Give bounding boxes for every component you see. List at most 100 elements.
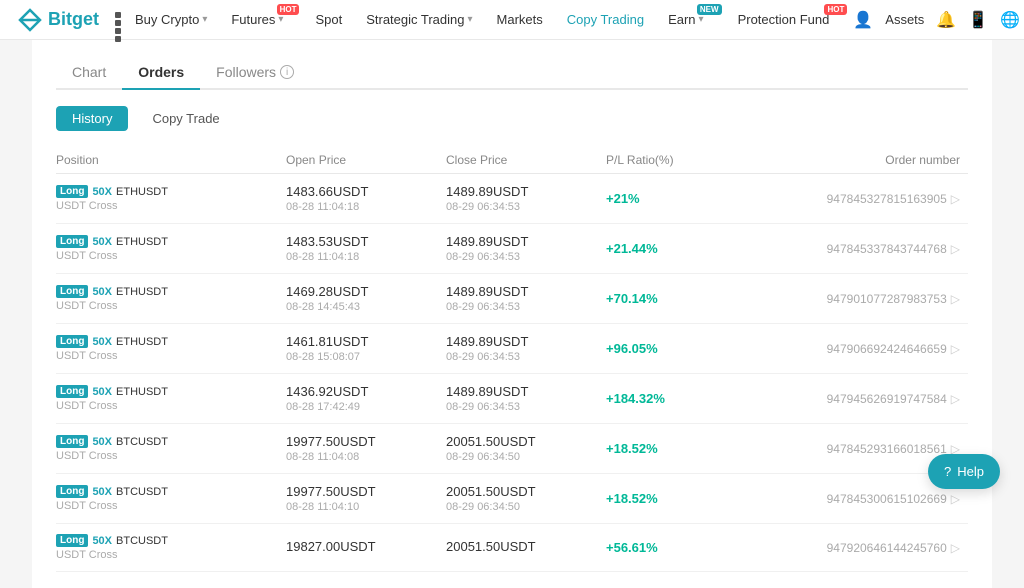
order-number: 947845300615102669 xyxy=(827,492,947,506)
logo-icon xyxy=(16,6,44,34)
open-price-value: 19827.00USDT xyxy=(286,539,446,554)
copy-icon[interactable]: ▷ xyxy=(951,342,960,356)
order-number: 947845293166018561 xyxy=(827,442,947,456)
leverage-badge: 50X xyxy=(92,436,112,448)
phone-icon[interactable]: 📱 xyxy=(968,10,988,30)
open-price-cell: 1461.81USDT 08-28 15:08:07 xyxy=(286,334,446,363)
nav-strategic-trading[interactable]: Strategic Trading ▾ xyxy=(356,0,482,40)
tab-chart[interactable]: Chart xyxy=(56,56,122,88)
earn-badge: NEW xyxy=(697,4,722,15)
pl-value: +96.05% xyxy=(606,341,658,356)
order-number: 947906692424646659 xyxy=(827,342,947,356)
open-price-date: 08-28 14:45:43 xyxy=(286,301,446,313)
pair-label: ETHUSDT xyxy=(116,286,168,298)
pair-label: ETHUSDT xyxy=(116,236,168,248)
globe-icon[interactable]: 🌐 xyxy=(1000,10,1020,30)
nav-copy-trading[interactable]: Copy Trading xyxy=(557,0,654,40)
open-price-date: 08-28 11:04:18 xyxy=(286,201,446,213)
close-price-cell: 20051.50USDT 08-29 06:34:50 xyxy=(446,434,606,463)
direction-badge: Long xyxy=(56,335,88,348)
user-icon[interactable]: 👤 xyxy=(853,10,873,30)
close-price-cell: 1489.89USDT 08-29 06:34:53 xyxy=(446,284,606,313)
leverage-badge: 50X xyxy=(92,386,112,398)
grid-icon[interactable] xyxy=(115,12,121,28)
table-row: Long 50X ETHUSDT USDT Cross 1461.81USDT … xyxy=(56,324,968,374)
close-price-cell: 1489.89USDT 08-29 06:34:53 xyxy=(446,184,606,213)
open-price-cell: 19827.00USDT xyxy=(286,539,446,556)
nav-buy-crypto[interactable]: Buy Crypto ▾ xyxy=(125,0,217,40)
tab-followers[interactable]: Followers i xyxy=(200,56,310,88)
nav-protection-fund[interactable]: Protection Fund HOT xyxy=(728,0,850,40)
pair-label: ETHUSDT xyxy=(116,386,168,398)
copy-icon[interactable]: ▷ xyxy=(951,541,960,555)
copy-icon[interactable]: ▷ xyxy=(951,242,960,256)
assets-button[interactable]: Assets xyxy=(885,12,924,27)
close-price-value: 1489.89USDT xyxy=(446,284,606,299)
pl-value: +18.52% xyxy=(606,441,658,456)
pl-value: +18.52% xyxy=(606,491,658,506)
chevron-down-icon: ▾ xyxy=(699,14,704,25)
nav-right: 👤 Assets 🔔 📱 🌐 xyxy=(853,10,1020,30)
position-sub: USDT Cross xyxy=(56,250,286,262)
position-sub: USDT Cross xyxy=(56,450,286,462)
pl-value: +21.44% xyxy=(606,241,658,256)
order-num-cell: 947845337843744768 ▷ xyxy=(736,242,968,256)
direction-badge: Long xyxy=(56,235,88,248)
position-sub: USDT Cross xyxy=(56,350,286,362)
close-price-value: 20051.50USDT xyxy=(446,539,606,554)
protection-badge: HOT xyxy=(824,4,847,15)
pl-cell: +18.52% xyxy=(606,441,736,456)
chevron-down-icon: ▾ xyxy=(202,14,207,25)
notification-icon[interactable]: 🔔 xyxy=(936,10,956,30)
leverage-badge: 50X xyxy=(92,486,112,498)
direction-badge: Long xyxy=(56,385,88,398)
open-price-value: 19977.50USDT xyxy=(286,484,446,499)
sub-tab-history[interactable]: History xyxy=(56,106,128,131)
chevron-down-icon: ▾ xyxy=(467,14,472,25)
main-content: Chart Orders Followers i History Copy Tr… xyxy=(32,40,992,588)
pl-cell: +21% xyxy=(606,191,736,206)
help-button[interactable]: ? Help xyxy=(928,454,1000,489)
copy-icon[interactable]: ▷ xyxy=(951,392,960,406)
sub-tab-copy-trade[interactable]: Copy Trade xyxy=(136,106,235,131)
col-close-price: Close Price xyxy=(446,153,606,167)
tab-orders[interactable]: Orders xyxy=(122,56,200,88)
leverage-badge: 50X xyxy=(92,236,112,248)
close-price-value: 1489.89USDT xyxy=(446,334,606,349)
position-cell: Long 50X BTCUSDT USDT Cross xyxy=(56,534,286,561)
order-num-cell: 947845293166018561 ▷ xyxy=(736,442,968,456)
open-price-value: 1483.66USDT xyxy=(286,184,446,199)
close-price-date: 08-29 06:34:53 xyxy=(446,251,606,263)
nav-futures[interactable]: Futures HOT ▾ xyxy=(221,0,301,40)
position-cell: Long 50X ETHUSDT USDT Cross xyxy=(56,385,286,412)
close-price-cell: 1489.89USDT 08-29 06:34:53 xyxy=(446,234,606,263)
leverage-badge: 50X xyxy=(92,535,112,547)
nav-spot[interactable]: Spot xyxy=(305,0,352,40)
position-cell: Long 50X ETHUSDT USDT Cross xyxy=(56,235,286,262)
pl-value: +70.14% xyxy=(606,291,658,306)
nav-earn[interactable]: Earn NEW ▾ xyxy=(658,0,724,40)
direction-badge: Long xyxy=(56,534,88,547)
position-cell: Long 50X ETHUSDT USDT Cross xyxy=(56,335,286,362)
close-price-value: 1489.89USDT xyxy=(446,184,606,199)
open-price-date: 08-28 11:04:10 xyxy=(286,501,446,513)
order-number: 947845327815163905 xyxy=(827,192,947,206)
close-price-value: 20051.50USDT xyxy=(446,434,606,449)
copy-icon[interactable]: ▷ xyxy=(951,192,960,206)
table-row: Long 50X ETHUSDT USDT Cross 1483.66USDT … xyxy=(56,174,968,224)
pl-cell: +184.32% xyxy=(606,391,736,406)
navbar: Bitget Buy Crypto ▾ Futures HOT ▾ Spot S… xyxy=(0,0,1024,40)
pl-value: +56.61% xyxy=(606,540,658,555)
pl-cell: +21.44% xyxy=(606,241,736,256)
help-icon: ? xyxy=(944,464,951,479)
copy-icon[interactable]: ▷ xyxy=(951,492,960,506)
logo[interactable]: Bitget xyxy=(16,6,99,34)
open-price-date: 08-28 11:04:08 xyxy=(286,451,446,463)
direction-badge: Long xyxy=(56,285,88,298)
copy-icon[interactable]: ▷ xyxy=(951,292,960,306)
nav-markets[interactable]: Markets xyxy=(487,0,553,40)
open-price-cell: 1483.66USDT 08-28 11:04:18 xyxy=(286,184,446,213)
direction-badge: Long xyxy=(56,435,88,448)
order-num-cell: 947901077287983753 ▷ xyxy=(736,292,968,306)
order-num-cell: 947845300615102669 ▷ xyxy=(736,492,968,506)
